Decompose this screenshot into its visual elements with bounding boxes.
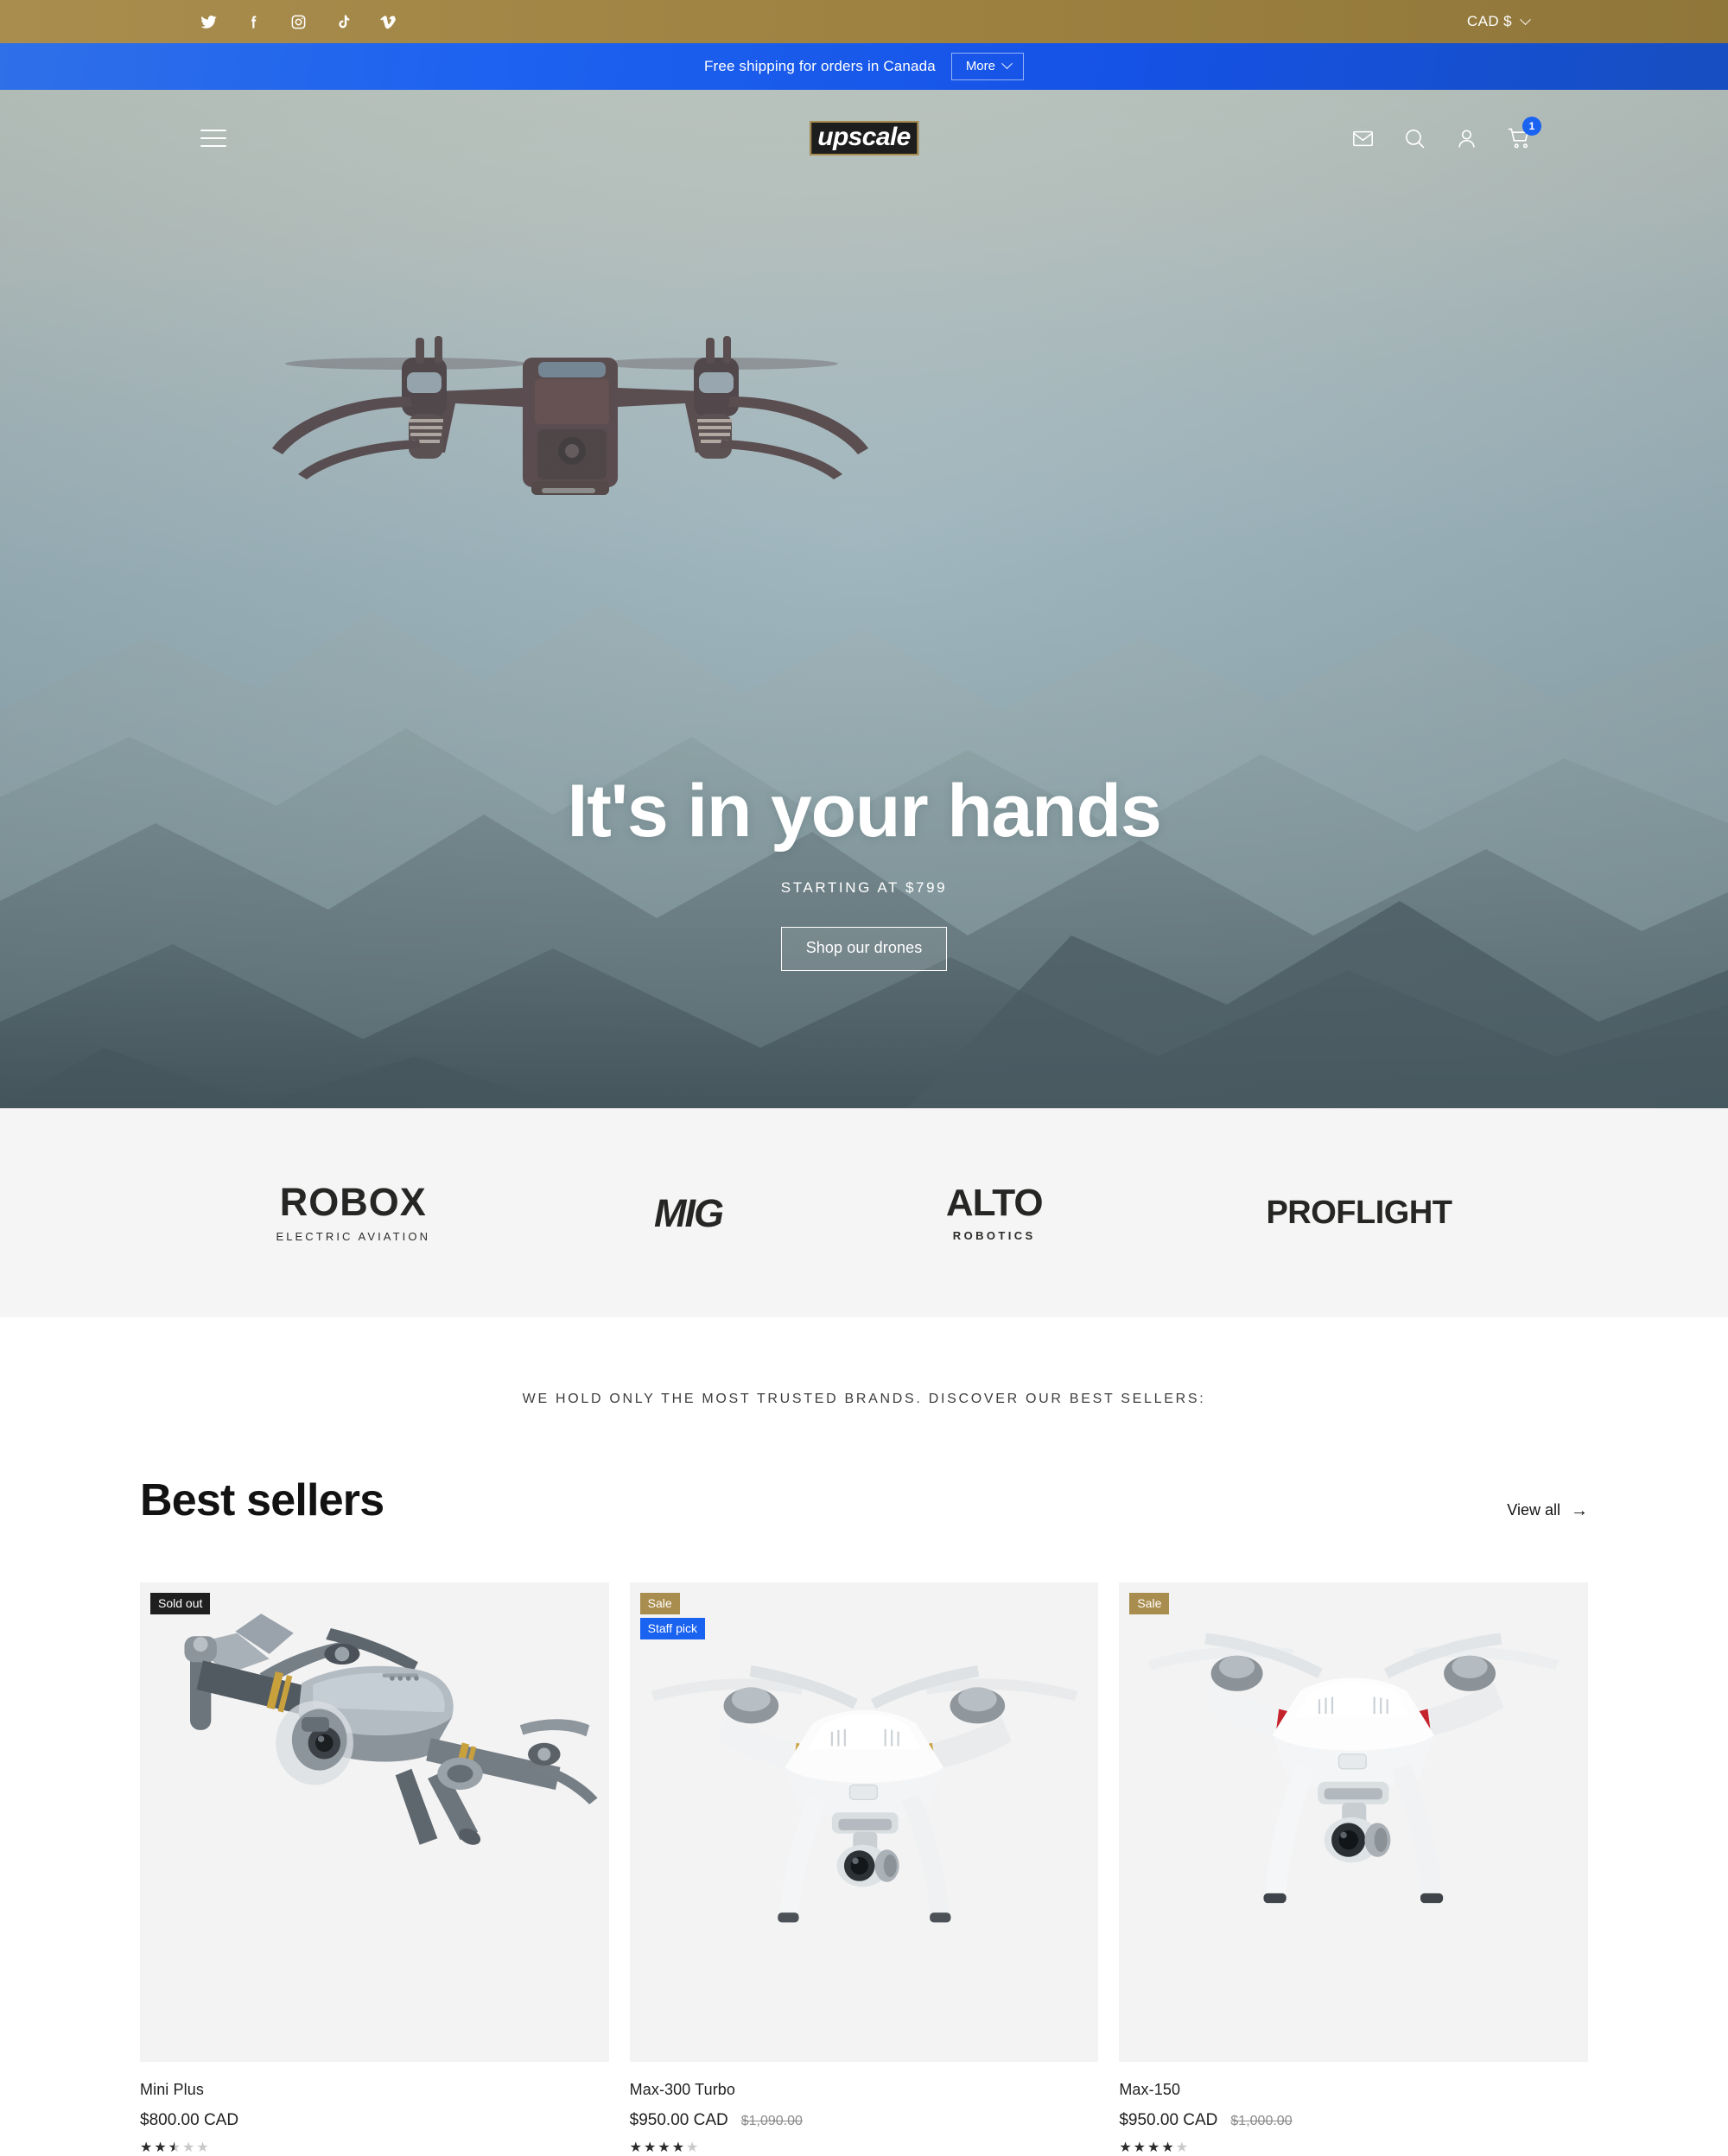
star-icon: ★ <box>671 2140 685 2155</box>
star-icon: ★ <box>629 2140 642 2155</box>
product-image[interactable]: Sale <box>1119 1582 1588 2062</box>
product-compare-price: $1,090.00 <box>740 2114 803 2128</box>
view-all-label: View all <box>1507 1501 1560 1519</box>
product-image[interactable]: Sold out <box>140 1582 609 2062</box>
top-utility-bar: CAD $ <box>0 0 1728 43</box>
facebook-icon[interactable] <box>245 14 262 30</box>
site-logo[interactable]: upscale <box>810 121 918 155</box>
currency-selector[interactable]: CAD $ <box>1466 13 1531 30</box>
best-sellers-section: Best sellers View all → Sold out Mini Pl… <box>0 1474 1728 2155</box>
product-price-row: $950.00 CAD $1,000.00 <box>1119 2111 1588 2130</box>
star-icon: ★ <box>1161 2140 1174 2155</box>
gray-folding-drone-art <box>140 1582 609 2062</box>
star-icon: ★ <box>154 2140 167 2155</box>
product-badges: Sale <box>1129 1593 1170 1615</box>
product-title: Max-300 Turbo <box>629 2081 736 2098</box>
tiktok-icon[interactable] <box>335 14 352 30</box>
product-badges: Sold out <box>150 1593 211 1615</box>
hamburger-icon[interactable] <box>200 124 226 153</box>
product-card[interactable]: Sold out Mini Plus $800.00 CAD ★ ★ ★ ★ ★… <box>140 1582 609 2155</box>
chevron-down-icon <box>1001 58 1013 70</box>
hero-banner: upscale 1 It's in your hands STARTING AT… <box>0 90 1728 1108</box>
product-info: Max-150 $950.00 CAD $1,000.00 ★ ★ ★ ★ ★ <box>1119 2062 1588 2155</box>
more-label: More <box>965 59 995 73</box>
instagram-icon[interactable] <box>290 14 307 30</box>
product-rating: ★ ★ ★ ★ ★ <box>140 2140 609 2156</box>
star-icon: ★ <box>644 2140 657 2155</box>
star-icon: ★ <box>1119 2140 1132 2155</box>
view-all-link[interactable]: View all → <box>1507 1501 1588 1526</box>
sale-badge: Sale <box>639 1593 680 1615</box>
brand-name: ROBOX <box>279 1180 427 1224</box>
hero-content: It's in your hands STARTING AT $799 Shop… <box>0 770 1728 972</box>
staff-pick-badge: Staff pick <box>639 1618 705 1640</box>
product-price: $800.00 CAD <box>140 2111 239 2129</box>
product-image[interactable]: Sale Staff pick <box>629 1582 1099 2062</box>
product-price: $950.00 CAD <box>629 2111 728 2129</box>
brand-logo-robox[interactable]: ROBOX ELECTRIC AVIATION <box>276 1183 430 1243</box>
brand-name: PROFLIGHT <box>1266 1195 1452 1231</box>
product-card[interactable]: Sale Max-150 $950.00 CAD $1,000.00 ★ ★ ★… <box>1119 1582 1588 2155</box>
cart-count-badge: 1 <box>1522 117 1541 136</box>
site-header: upscale 1 <box>0 90 1728 187</box>
hero-title: It's in your hands <box>567 770 1162 853</box>
star-icon: ★ <box>658 2140 670 2155</box>
star-icon: ★ <box>686 2140 699 2155</box>
vimeo-icon[interactable] <box>380 14 397 30</box>
product-title: Mini Plus <box>140 2081 204 2098</box>
section-header: Best sellers View all → <box>140 1474 1588 1535</box>
brand-logo-strip: ROBOX ELECTRIC AVIATION MIG ALTO ROBOTIC… <box>0 1108 1728 1317</box>
star-icon: ★ <box>1147 2140 1160 2155</box>
product-title: Max-150 <box>1119 2081 1181 2098</box>
arrow-right-icon: → <box>1571 1500 1588 1520</box>
status-badge: Sold out <box>150 1593 211 1615</box>
brand-subtitle: ROBOTICS <box>952 1228 1036 1242</box>
product-compare-price: $1,000.00 <box>1230 2114 1293 2128</box>
shop-drones-button[interactable]: Shop our drones <box>780 927 948 972</box>
sale-badge: Sale <box>1129 1593 1170 1615</box>
twitter-icon[interactable] <box>200 14 217 30</box>
star-icon: ★ <box>182 2140 195 2155</box>
white-gold-quadcopter-art <box>630 1582 1099 2062</box>
brand-logo-proflight[interactable]: PROFLIGHT <box>1266 1196 1452 1229</box>
brand-logo-mig[interactable]: MIG <box>653 1190 724 1235</box>
product-rating: ★ ★ ★ ★ ★ <box>1119 2141 1588 2155</box>
brand-subtitle: ELECTRIC AVIATION <box>276 1230 431 1243</box>
currency-label: CAD $ <box>1466 13 1512 29</box>
search-icon[interactable] <box>1403 127 1426 150</box>
product-grid: Sold out Mini Plus $800.00 CAD ★ ★ ★ ★ ★… <box>140 1582 1588 2155</box>
announcement-bar: Free shipping for orders in Canada More <box>0 43 1728 90</box>
header-actions: 1 <box>1351 117 1541 150</box>
star-icon: ★ <box>140 2140 153 2155</box>
announcement-more-button[interactable]: More <box>950 53 1024 80</box>
star-icon: ★ <box>1175 2140 1189 2155</box>
star-icon: ★ <box>1133 2140 1147 2155</box>
product-info: Mini Plus $800.00 CAD ★ ★ ★ ★ ★ <box>140 2062 609 2155</box>
product-badges: Sale Staff pick <box>639 1593 705 1640</box>
section-tagline: WE HOLD ONLY THE MOST TRUSTED BRANDS. DI… <box>522 1392 1206 1406</box>
chevron-down-icon <box>1520 13 1531 25</box>
product-price: $950.00 CAD <box>1119 2111 1218 2129</box>
product-card[interactable]: Sale Staff pick Max-300 Turbo $950.00 CA… <box>629 1582 1099 2155</box>
brand-logo-alto[interactable]: ALTO ROBOTICS <box>945 1181 1044 1242</box>
hero-subtitle: STARTING AT $799 <box>780 879 948 897</box>
page-title: Best sellers <box>140 1475 384 1525</box>
star-icon: ★ <box>168 2141 181 2156</box>
product-rating: ★ ★ ★ ★ ★ <box>630 2141 1099 2155</box>
product-price-row: $950.00 CAD $1,090.00 <box>630 2111 1099 2130</box>
account-icon[interactable] <box>1455 127 1478 150</box>
white-red-quadcopter-art <box>1119 1582 1588 2062</box>
cart-icon[interactable]: 1 <box>1507 117 1541 150</box>
product-info: Max-300 Turbo $950.00 CAD $1,090.00 ★ ★ ★ ★… <box>630 2062 1099 2155</box>
star-icon: ★ <box>196 2140 209 2155</box>
brand-name: ALTO <box>945 1181 1044 1224</box>
announcement-text: Free shipping for orders in Canada <box>704 58 936 74</box>
mail-icon[interactable] <box>1351 127 1375 150</box>
brand-name: MIG <box>653 1190 724 1235</box>
social-links <box>200 14 397 30</box>
product-price-row: $800.00 CAD <box>140 2111 609 2130</box>
